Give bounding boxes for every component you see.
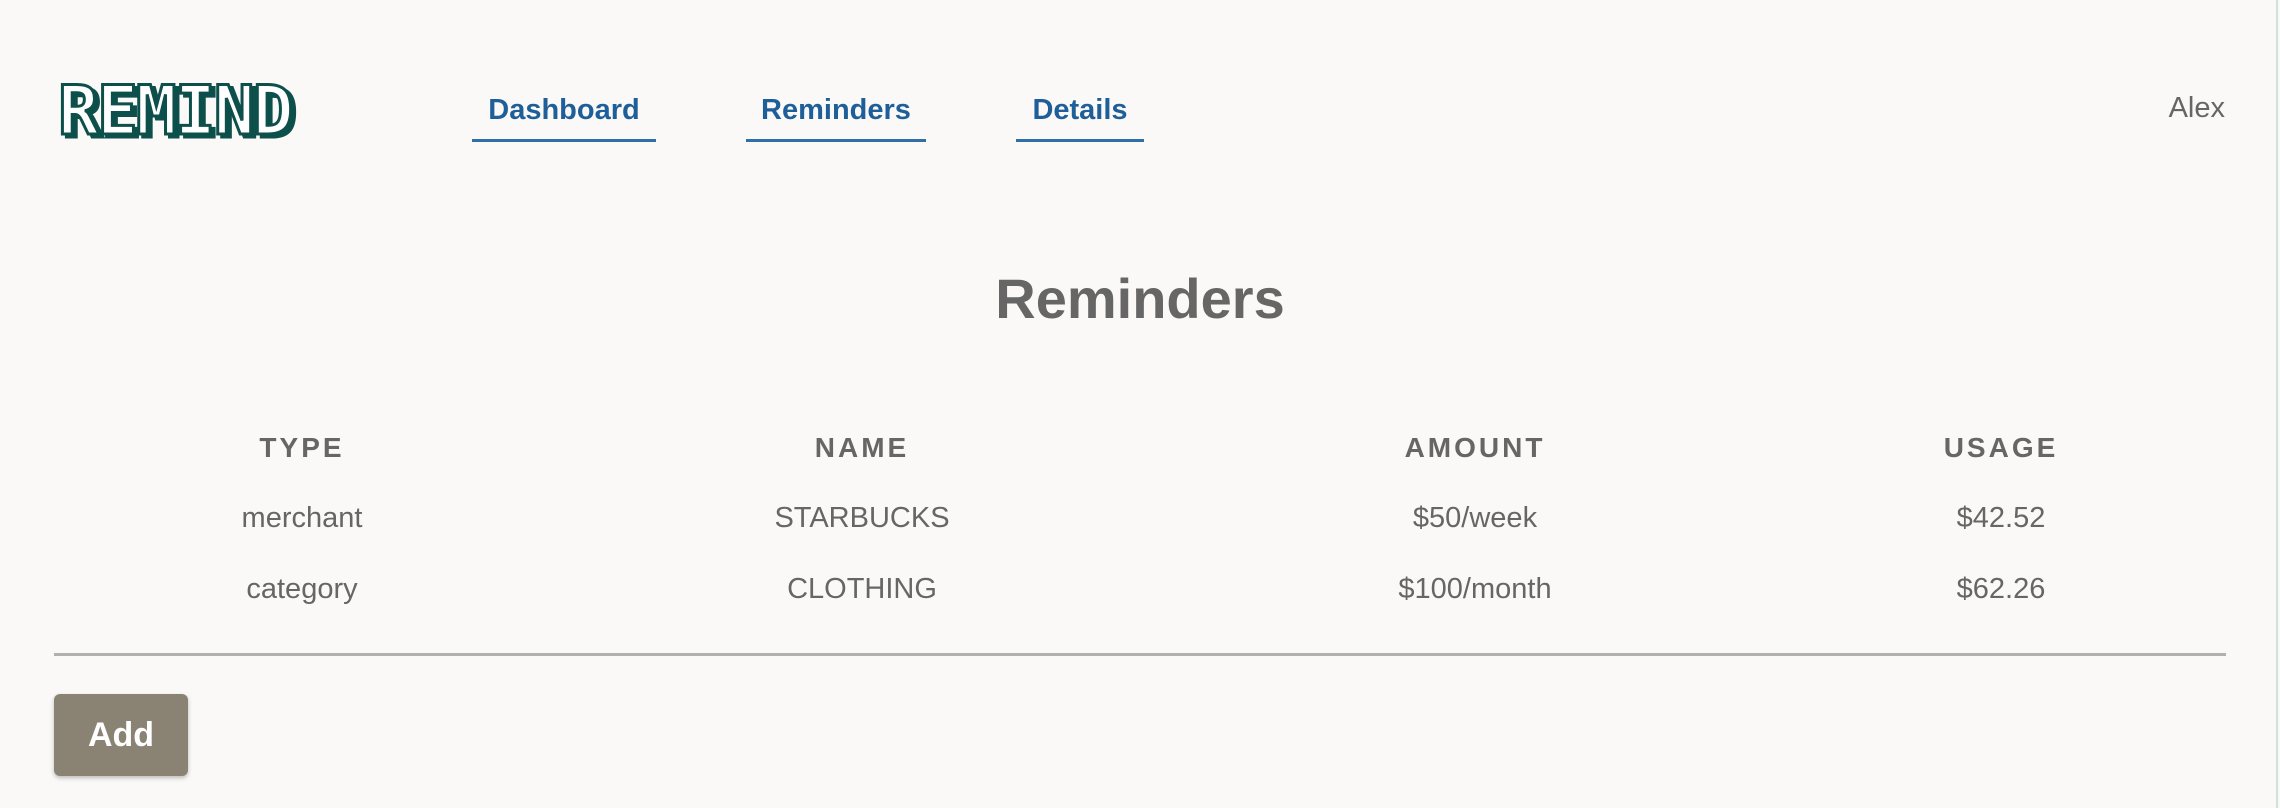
add-button[interactable]: Add (54, 694, 188, 776)
cell-usage: $62.26 (1956, 573, 2046, 605)
nav-details[interactable]: Details (1016, 88, 1144, 142)
table-row: category CLOTHING $100/month $62.26 (54, 554, 2226, 625)
window-edge (2276, 0, 2278, 808)
column-header-name: NAME (814, 431, 910, 463)
cell-type: merchant (241, 502, 363, 534)
page: REMIND REMIND Dashboard Reminders Detail… (0, 0, 2280, 808)
remind-logo[interactable]: REMIND REMIND (54, 80, 384, 144)
table-row: merchant STARBUCKS $50/week $42.52 (54, 483, 2226, 554)
nav-reminders[interactable]: Reminders (746, 88, 926, 142)
reminders-table: TYPE NAME AMOUNT USAGE merchant STARBUCK… (54, 412, 2226, 625)
cell-name: STARBUCKS (774, 502, 950, 534)
cell-usage: $42.52 (1956, 502, 2046, 534)
table-divider (54, 653, 2226, 656)
logo-text: REMIND (58, 80, 292, 144)
cell-type: category (246, 573, 358, 605)
cell-amount: $50/week (1412, 502, 1538, 534)
nav-dashboard[interactable]: Dashboard (472, 88, 656, 142)
cell-amount: $100/month (1398, 573, 1552, 605)
column-header-usage: USAGE (1943, 431, 2059, 463)
column-header-type: TYPE (259, 431, 345, 463)
user-name[interactable]: Alex (2169, 92, 2225, 125)
table-header-row: TYPE NAME AMOUNT USAGE (54, 412, 2226, 483)
cell-name: CLOTHING (787, 573, 937, 605)
page-title: Reminders (995, 267, 1285, 330)
column-header-amount: AMOUNT (1404, 431, 1546, 463)
